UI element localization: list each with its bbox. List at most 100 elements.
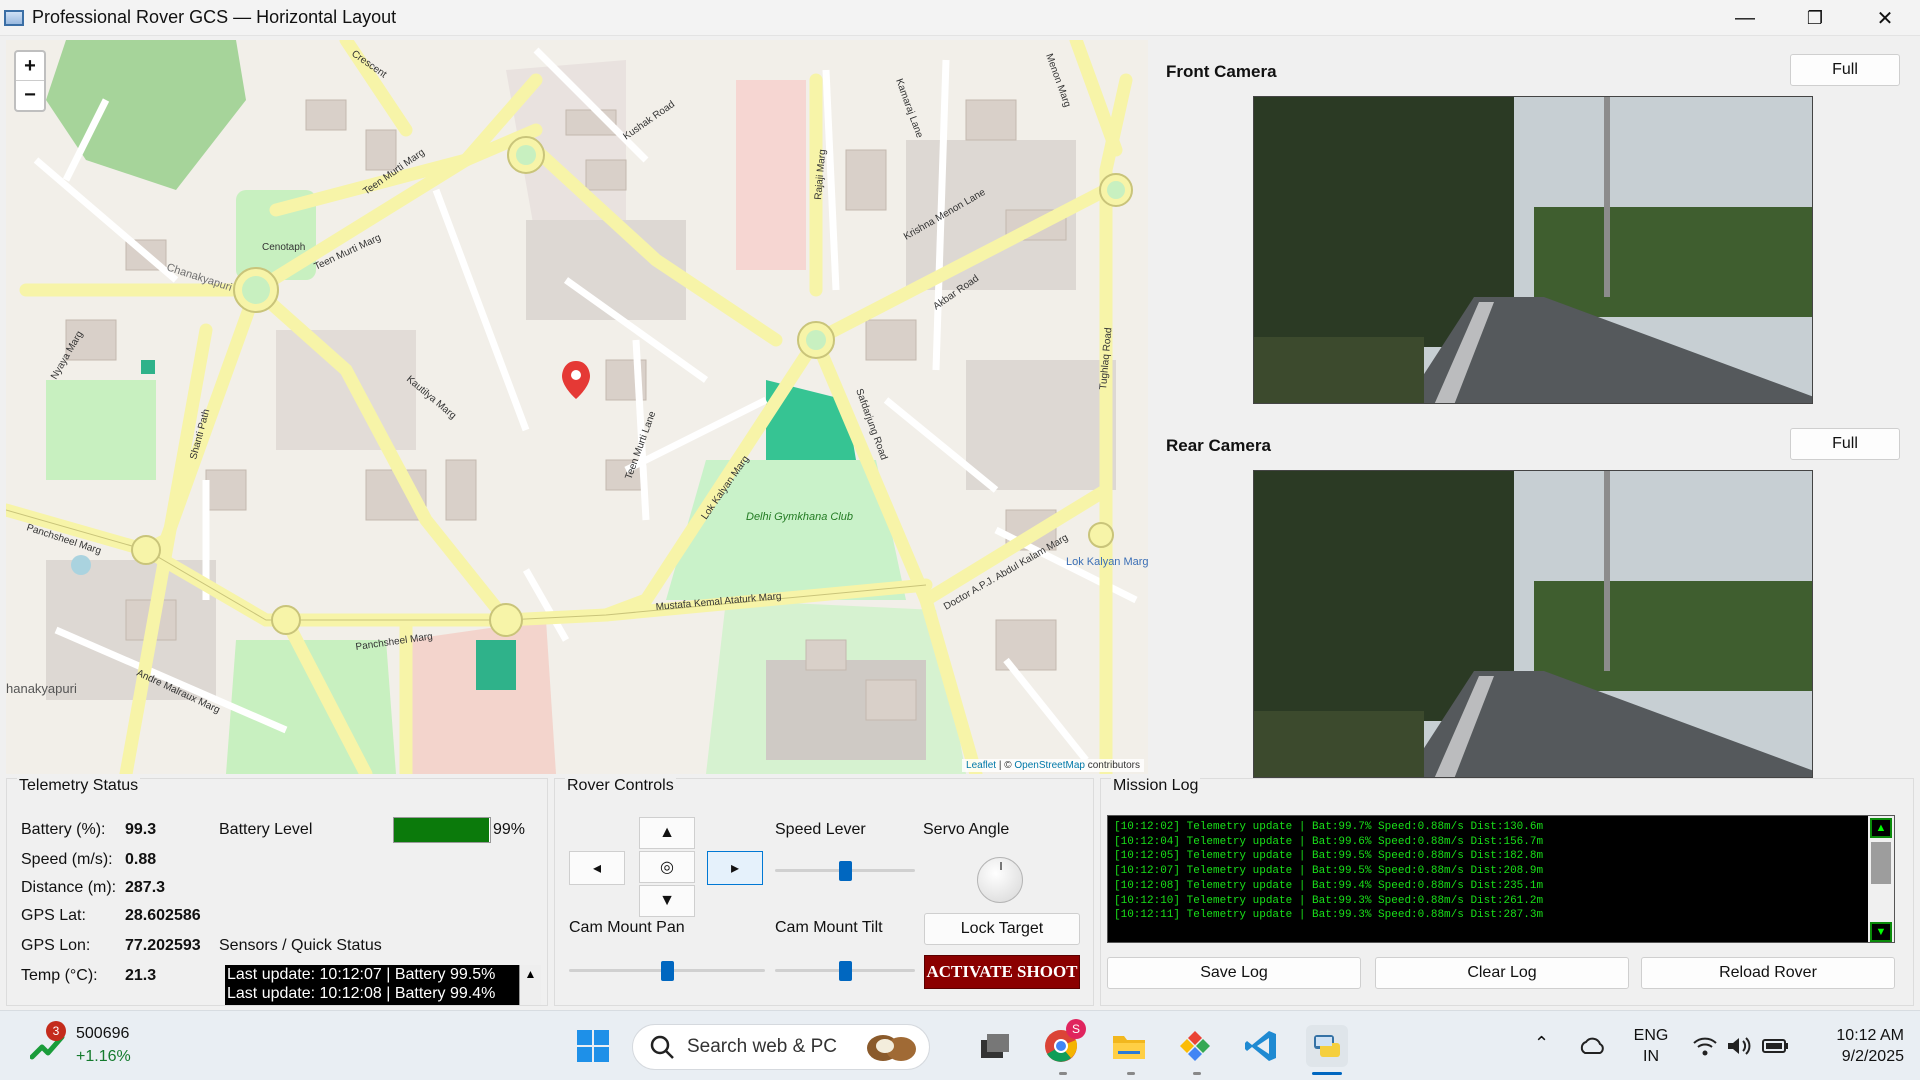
scroll-thumb[interactable] xyxy=(1871,842,1891,884)
rear-camera-full-button[interactable]: Full xyxy=(1790,428,1900,460)
taskbar-app-vscode[interactable] xyxy=(1240,1025,1282,1067)
map-label-kamaraj-lane: Kamaraj Lane xyxy=(893,77,925,140)
minimize-button[interactable]: — xyxy=(1710,0,1780,36)
chevron-up-icon[interactable]: ⌃ xyxy=(1534,1033,1549,1054)
gps-lat-value: 28.602586 xyxy=(125,907,201,924)
clear-log-button[interactable]: Clear Log xyxy=(1375,957,1629,989)
speed-lever-slider[interactable] xyxy=(775,861,915,881)
gps-lat-label: GPS Lat: xyxy=(21,907,86,924)
map-label-delhi-gymkhana: Delhi Gymkhana Club xyxy=(746,511,853,523)
cam-tilt-slider[interactable] xyxy=(775,961,915,981)
arrow-up-icon: ▲ xyxy=(659,824,675,841)
telemetry-title: Telemetry Status xyxy=(17,777,141,795)
clock[interactable]: 10:12 AM 9/2/2025 xyxy=(1808,1025,1904,1067)
cam-pan-slider[interactable] xyxy=(569,961,765,981)
mission-log-title: Mission Log xyxy=(1111,777,1201,795)
taskbar-app-gemini[interactable] xyxy=(1174,1025,1216,1067)
arrow-down-icon: ▼ xyxy=(659,892,675,909)
zoom-in-button[interactable]: + xyxy=(16,52,44,81)
slider-thumb[interactable] xyxy=(838,961,852,981)
log-line: [10:12:02] Telemetry update | Bat:99.7% … xyxy=(1114,821,1544,833)
scroll-down-button[interactable]: ▼ xyxy=(1870,922,1892,942)
turn-right-button[interactable]: ▸ xyxy=(707,851,763,885)
chrome-badge: S xyxy=(1066,1019,1086,1039)
scroll-up-icon[interactable]: ▲ xyxy=(525,965,537,984)
map-view[interactable]: Cenotaph Chanakyapuri hanakyapuri Teen M… xyxy=(6,40,1148,774)
park-area xyxy=(46,380,156,480)
battery-icon[interactable] xyxy=(1762,1037,1790,1055)
app-icon xyxy=(4,9,24,26)
save-log-button[interactable]: Save Log xyxy=(1107,957,1361,989)
osm-link[interactable]: OpenStreetMap xyxy=(1014,760,1085,771)
arrow-right-icon: ▸ xyxy=(730,860,740,877)
python-icon xyxy=(1314,1035,1340,1057)
log-line: [10:12:08] Telemetry update | Bat:99.4% … xyxy=(1114,879,1544,892)
cloud-icon[interactable] xyxy=(1578,1037,1606,1055)
wifi-icon[interactable] xyxy=(1692,1035,1718,1057)
map-tiles: Cenotaph Chanakyapuri hanakyapuri Teen M… xyxy=(6,40,1148,774)
distance-value: 287.3 xyxy=(125,879,166,896)
move-backward-button[interactable]: ▼ xyxy=(639,885,695,917)
stop-center-button[interactable]: ◎ xyxy=(639,851,695,883)
language-indicator[interactable]: ENG IN xyxy=(1628,1025,1674,1067)
rover-controls-title: Rover Controls xyxy=(565,777,676,795)
slider-thumb[interactable] xyxy=(838,861,852,881)
taskbar-app-chrome[interactable]: S xyxy=(1040,1019,1086,1067)
turn-left-button[interactable]: ◂ xyxy=(569,851,625,885)
volume-icon[interactable] xyxy=(1726,1035,1752,1057)
map-label-lok-kalyan-blue: Lok Kalyan Marg xyxy=(1066,556,1148,568)
slider-thumb[interactable] xyxy=(660,961,674,981)
taskbar: 3 500696 +1.16% Search web & PC S ⌃ ENG … xyxy=(0,1010,1920,1080)
app-indicator xyxy=(1059,1072,1067,1075)
close-button[interactable]: ✕ xyxy=(1850,0,1920,36)
minimize-icon: — xyxy=(1735,6,1755,29)
restore-button[interactable]: ❐ xyxy=(1780,0,1850,36)
taskbar-app-python[interactable] xyxy=(1306,1025,1348,1067)
zoom-out-button[interactable]: − xyxy=(16,81,44,110)
reload-rover-button[interactable]: Reload Rover xyxy=(1641,957,1895,989)
log-line: [10:12:11] Telemetry update | Bat:99.3% … xyxy=(1114,909,1544,922)
map-label-cenotaph: Cenotaph xyxy=(262,242,305,253)
title-bar: Professional Rover GCS — Horizontal Layo… xyxy=(0,0,1920,36)
mission-log-group: Mission Log [10:12:02] Telemetry update … xyxy=(1100,777,1914,1006)
temp-label: Temp (°C): xyxy=(21,967,98,984)
coconut-icon xyxy=(866,1035,916,1061)
taskbar-app-explorer[interactable] xyxy=(1108,1025,1150,1067)
embassy-area xyxy=(736,80,806,270)
activate-shoot-button[interactable]: ACTIVATE SHOOT xyxy=(924,955,1080,989)
quick-status-label: Sensors / Quick Status xyxy=(219,937,382,954)
move-forward-button[interactable]: ▲ xyxy=(639,817,695,849)
servo-angle-dial[interactable] xyxy=(977,857,1023,903)
windows-icon xyxy=(577,1030,609,1062)
taskbar-app-taskview[interactable] xyxy=(974,1025,1016,1067)
clock-date: 9/2/2025 xyxy=(1841,1048,1904,1065)
log-line: [10:12:07] Telemetry update | Bat:99.5% … xyxy=(1114,865,1544,878)
mission-log-output[interactable]: [10:12:02] Telemetry update | Bat:99.7% … xyxy=(1107,815,1895,943)
status-line: Last update: 10:12:07 | Battery 99.5% xyxy=(227,966,496,983)
battery-value: 99.3 xyxy=(125,821,157,838)
arrow-left-icon: ◂ xyxy=(592,860,602,877)
speed-lever-label: Speed Lever xyxy=(775,821,866,838)
status-scrollbar[interactable]: ▲ xyxy=(519,965,541,1005)
log-scrollbar[interactable]: ▲ ▼ xyxy=(1868,816,1894,942)
active-app-indicator xyxy=(1312,1072,1342,1075)
front-camera-full-button[interactable]: Full xyxy=(1790,54,1900,86)
taskbar-search[interactable]: Search web & PC xyxy=(632,1024,930,1070)
stock-value: 500696 xyxy=(76,1025,130,1042)
app-indicator xyxy=(1193,1072,1201,1075)
lock-target-button[interactable]: Lock Target xyxy=(924,913,1080,945)
log-line: [10:12:04] Telemetry update | Bat:99.6% … xyxy=(1114,835,1544,848)
quick-status-box[interactable]: Last update: 10:12:07 | Battery 99.5% La… xyxy=(225,965,541,1005)
front-camera-label: Front Camera xyxy=(1166,62,1277,81)
battery-level-fill xyxy=(394,818,490,842)
clock-time: 10:12 AM xyxy=(1836,1027,1904,1044)
diamond-app-icon xyxy=(1180,1031,1210,1061)
gps-lon-label: GPS Lon: xyxy=(21,937,91,954)
cam-pan-label: Cam Mount Pan xyxy=(569,919,685,936)
battery-level-label: Battery Level xyxy=(219,821,313,838)
scroll-up-button[interactable]: ▲ xyxy=(1870,818,1892,838)
start-button[interactable] xyxy=(572,1025,614,1067)
battery-level-bar xyxy=(393,817,491,843)
leaflet-link[interactable]: Leaflet xyxy=(966,760,996,771)
task-view-icon xyxy=(981,1034,1009,1058)
